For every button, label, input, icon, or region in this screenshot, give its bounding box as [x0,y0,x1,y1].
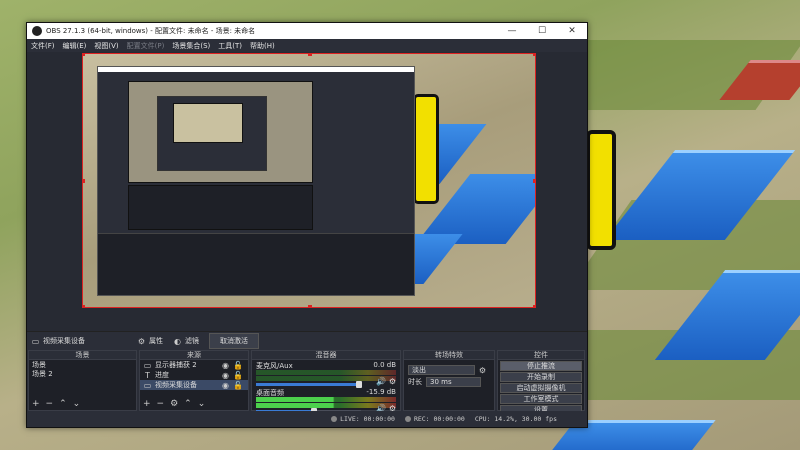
record-icon [404,416,411,422]
gear-icon[interactable]: ⚙ [389,377,396,386]
start-recording-button[interactable]: 开始录制 [500,372,582,382]
move-up-icon[interactable]: ⌃ [184,399,192,409]
gear-icon: ⚙ [137,336,146,346]
gear-icon[interactable]: ⚙ [478,366,487,375]
remove-icon[interactable]: − [46,399,54,409]
obs-logo-icon [32,26,42,36]
sources-dock: 来源 ▭ 显示器捕获 2 ◉ 🔓 T 进度 ◉ 🔓 ▭ 视频采集设备 ◉ 🔓 + [139,350,249,411]
obs-window: OBS 27.1.3 (64-bit, windows) - 配置文件: 未命名… [26,22,588,428]
source-item[interactable]: T 进度 ◉ 🔓 [140,370,248,380]
virtual-camera-button[interactable]: 启动虚拟摄像机 [500,383,582,393]
nested-capture [97,66,415,296]
channel-db: -15.9 dB [366,388,396,396]
add-icon[interactable]: + [143,399,151,409]
source-label: 进度 [155,371,169,379]
scene-item[interactable]: 场景 2 [29,369,136,378]
deactivate-button[interactable]: 取消激活 [209,333,259,349]
channel-db: 0.0 dB [373,361,396,369]
eye-icon[interactable]: ◉ [221,361,230,370]
scene-item[interactable]: 场景 [29,360,136,369]
transition-select[interactable]: 淡出 [408,365,475,375]
menu-profile[interactable]: 配置文件(P) [127,41,165,51]
menu-bar: 文件(F) 编辑(E) 视图(V) 配置文件(P) 场景集合(S) 工具(T) … [27,39,587,52]
mixer-dock: 混音器 麦克风/Aux 0.0 dB 🔊 ⚙ 桌面音频 -15.9 dB 🔊 ⚙ [251,350,401,415]
volume-meter [256,397,396,402]
window-title: OBS 27.1.3 (64-bit, windows) - 配置文件: 未命名… [46,27,256,35]
preview-area [27,52,587,331]
live-status: LIVE: 00:00:00 [331,415,395,423]
title-bar: OBS 27.1.3 (64-bit, windows) - 配置文件: 未命名… [27,23,587,39]
source-label: 显示器捕获 2 [155,361,197,369]
docks: 场景 场景 场景 2 + − ⌃ ⌄ 来源 ▭ 显示器捕获 2 ◉ 🔓 T 进度… [27,350,587,426]
lock-icon[interactable]: 🔓 [233,361,243,370]
volume-meter [256,376,396,381]
mixer-channel: 桌面音频 -15.9 dB 🔊 ⚙ [252,387,400,415]
add-icon[interactable]: + [32,399,40,409]
monitor-icon: ▭ [143,360,152,370]
live-icon [331,416,338,422]
studio-mode-button[interactable]: 工作室模式 [500,394,582,404]
camera-icon: ▭ [31,336,40,346]
minimize-icon[interactable]: — [497,26,527,36]
move-down-icon[interactable]: ⌄ [198,399,206,409]
menu-tools[interactable]: 工具(T) [218,41,242,51]
controls-title: 控件 [498,351,584,360]
sources-title: 来源 [140,351,248,360]
maximize-icon[interactable]: ☐ [527,26,557,36]
status-bar: LIVE: 00:00:00 REC: 00:00:00 CPU: 14.2%,… [27,411,587,427]
menu-file[interactable]: 文件(F) [31,41,55,51]
rec-status: REC: 00:00:00 [404,415,465,423]
eye-icon[interactable]: ◉ [221,371,230,380]
volume-meter [256,403,396,408]
menu-help[interactable]: 帮助(H) [250,41,275,51]
gear-icon[interactable]: ⚙ [170,399,178,409]
properties-label: 属性 [149,337,163,345]
duration-input[interactable]: 30 ms [426,377,481,387]
volume-meter [256,370,396,375]
channel-name: 桌面音频 [256,389,284,397]
scenes-title: 场景 [29,351,136,360]
selected-source: ▭ 视频采集设备 [31,336,85,346]
source-item[interactable]: ▭ 视频采集设备 ◉ 🔓 [140,380,248,390]
lock-icon[interactable]: 🔓 [233,371,243,380]
camera-icon: ▭ [143,380,152,390]
source-toolbar: ▭ 视频采集设备 ⚙ 属性 ◐ 滤镜 取消激活 [27,331,587,350]
controls-dock: 控件 停止推流 开始录制 启动虚拟摄像机 工作室模式 设置 退出 [497,350,585,426]
menu-scene-collection[interactable]: 场景集合(S) [172,41,210,51]
lock-icon[interactable]: 🔓 [233,381,243,390]
stop-streaming-button[interactable]: 停止推流 [500,361,582,371]
transitions-title: 转场特效 [404,351,494,360]
filter-icon: ◐ [174,336,181,346]
menu-view[interactable]: 视图(V) [94,41,118,51]
duration-label: 时长 [408,378,422,386]
mixer-title: 混音器 [252,351,400,360]
cpu-status: CPU: 14.2%, 30.00 fps [474,415,557,423]
selected-source-label: 视频采集设备 [43,337,85,345]
speaker-icon[interactable]: 🔊 [376,377,386,386]
scenes-dock: 场景 场景 场景 2 + − ⌃ ⌄ [28,350,137,411]
volume-slider[interactable] [256,381,362,388]
remove-icon[interactable]: − [157,399,165,409]
properties-button[interactable]: ⚙ 属性 [137,336,163,346]
eye-icon[interactable]: ◉ [221,381,230,390]
mixer-channel: 麦克风/Aux 0.0 dB 🔊 ⚙ [252,360,400,388]
source-item[interactable]: ▭ 显示器捕获 2 ◉ 🔓 [140,360,248,370]
close-icon[interactable]: ✕ [557,26,587,36]
menu-edit[interactable]: 编辑(E) [63,41,87,51]
filters-label: 滤镜 [185,337,199,345]
filters-button[interactable]: ◐ 滤镜 [173,336,199,346]
transitions-dock: 转场特效 淡出 ⚙ 时长 30 ms [403,350,495,411]
move-down-icon[interactable]: ⌄ [73,399,81,409]
text-icon: T [145,370,150,380]
preview-canvas[interactable] [82,53,536,308]
source-label: 视频采集设备 [155,381,197,389]
move-up-icon[interactable]: ⌃ [59,399,67,409]
channel-name: 麦克风/Aux [256,362,293,370]
